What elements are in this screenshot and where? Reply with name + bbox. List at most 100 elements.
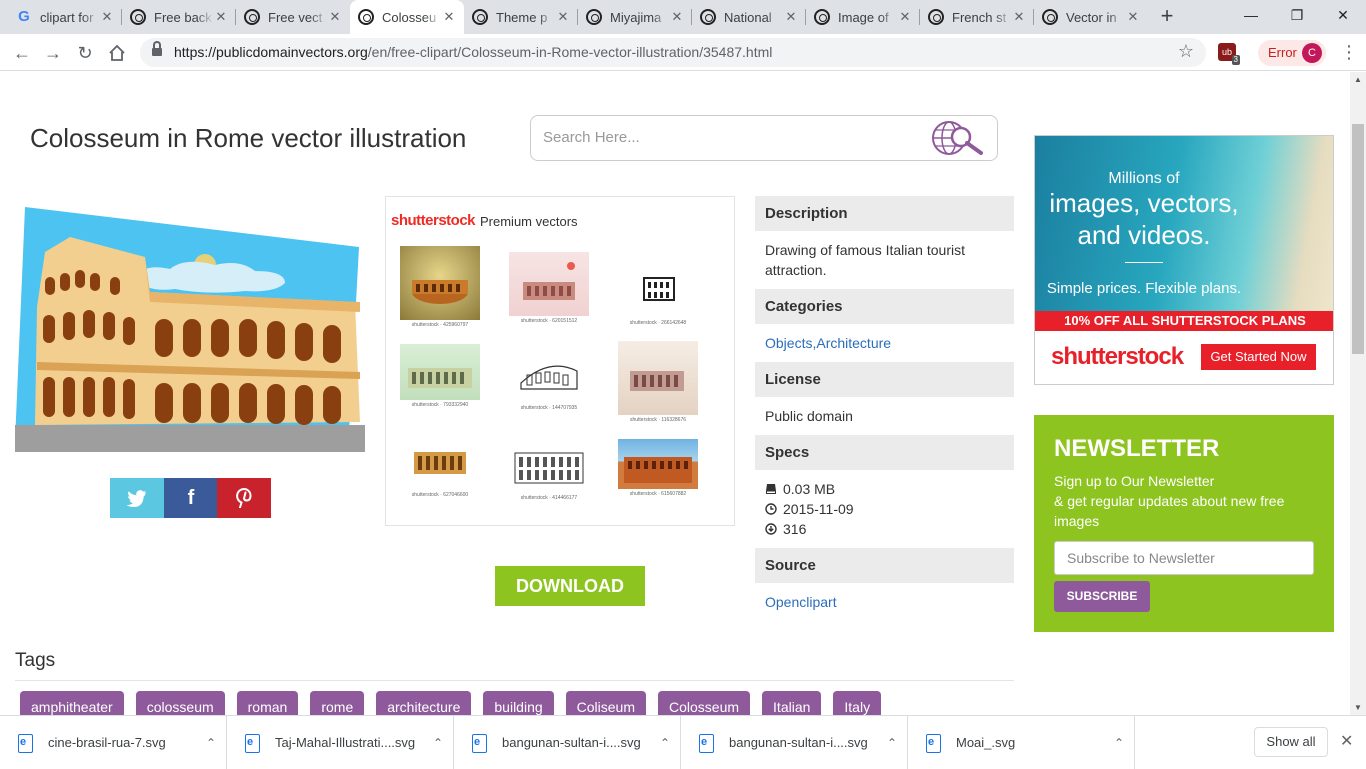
- source-link[interactable]: Openclipart: [765, 594, 837, 610]
- tab-6[interactable]: National ✕: [692, 0, 806, 34]
- chevron-up-icon[interactable]: ⌃: [423, 736, 453, 750]
- page-scrollbar[interactable]: ▲ ▼: [1350, 72, 1366, 715]
- premium-thumbnail[interactable]: shutterstock · 116328676: [618, 341, 698, 423]
- tag-link[interactable]: roman: [236, 691, 299, 715]
- back-button[interactable]: ←: [9, 40, 35, 66]
- file-icon: [14, 733, 34, 753]
- address-bar[interactable]: https://publicdomainvectors.org/en/free-…: [140, 38, 1206, 67]
- maximize-button[interactable]: ❐: [1274, 0, 1320, 32]
- tag-link[interactable]: architecture: [376, 691, 472, 715]
- tag-link[interactable]: building: [483, 691, 554, 715]
- shutterstock-ad[interactable]: Millions of images, vectors, and videos.…: [1034, 135, 1334, 385]
- scroll-down-icon[interactable]: ▼: [1354, 703, 1362, 712]
- file-icon: [695, 733, 715, 753]
- downloads-shelf: cine-brasil-rua-7.svg⌃ Taj-Mahal-Illustr…: [0, 715, 1366, 769]
- download-item[interactable]: bangunan-sultan-i....svg⌃: [454, 716, 681, 769]
- scroll-up-icon[interactable]: ▲: [1354, 75, 1362, 84]
- download-item[interactable]: Moai_.svg⌃: [908, 716, 1135, 769]
- categories-link[interactable]: Objects,Architecture: [765, 335, 891, 351]
- download-button[interactable]: DOWNLOAD: [495, 566, 645, 606]
- close-icon[interactable]: ✕: [1012, 9, 1026, 25]
- chevron-up-icon[interactable]: ⌃: [877, 736, 907, 750]
- shutterstock-ad-logo: shutterstock: [1051, 343, 1184, 370]
- share-facebook-button[interactable]: f: [164, 478, 218, 518]
- premium-thumbnail[interactable]: shutterstock · 144707935: [509, 337, 589, 411]
- tab-8[interactable]: French st ✕: [920, 0, 1034, 34]
- tab-7[interactable]: Image of ✕: [806, 0, 920, 34]
- premium-thumbnail[interactable]: shutterstock · 414466177: [509, 437, 589, 501]
- tag-link[interactable]: Colosseum: [658, 691, 751, 715]
- close-icon[interactable]: ✕: [670, 9, 684, 25]
- download-item[interactable]: Taj-Mahal-Illustrati....svg⌃: [227, 716, 454, 769]
- minimize-button[interactable]: —: [1228, 0, 1274, 32]
- site-favicon-icon: [928, 9, 944, 25]
- search-button[interactable]: [929, 119, 987, 157]
- lock-icon: [152, 41, 162, 58]
- page-content: Colosseum in Rome vector illustration Se…: [0, 72, 1350, 715]
- download-item[interactable]: bangunan-sultan-i....svg⌃: [681, 716, 908, 769]
- search-input[interactable]: [543, 129, 923, 146]
- reload-button[interactable]: ↻: [72, 40, 98, 66]
- tab-0[interactable]: Gclipart for ✕: [8, 0, 122, 34]
- tab-3-active[interactable]: Colosseu ✕: [350, 0, 464, 34]
- chevron-up-icon[interactable]: ⌃: [1104, 736, 1134, 750]
- tab-2[interactable]: Free vect ✕: [236, 0, 350, 34]
- url-text[interactable]: https://publicdomainvectors.org/en/free-…: [174, 44, 772, 60]
- site-favicon-icon: [700, 9, 716, 25]
- tag-link[interactable]: amphitheater: [20, 691, 124, 715]
- premium-vectors-panel: shutterstock Premium vectors shutterstoc…: [385, 196, 735, 526]
- get-started-button[interactable]: Get Started Now: [1201, 344, 1316, 370]
- info-panel: Description Drawing of famous Italian to…: [755, 196, 1014, 621]
- browser-menu-icon[interactable]: ⋮: [1340, 40, 1358, 66]
- globe-search-icon: [932, 121, 983, 155]
- tab-5[interactable]: Miyajima ✕: [578, 0, 692, 34]
- share-pinterest-button[interactable]: [217, 478, 271, 518]
- tab-9[interactable]: Vector in ✕: [1034, 0, 1148, 34]
- tab-4[interactable]: Theme p ✕: [464, 0, 578, 34]
- close-shelf-icon[interactable]: ✕: [1340, 731, 1353, 751]
- premium-thumbnail[interactable]: shutterstock · 627046600: [400, 432, 480, 498]
- close-icon[interactable]: ✕: [214, 9, 228, 25]
- show-all-button[interactable]: Show all: [1254, 727, 1328, 757]
- chevron-up-icon[interactable]: ⌃: [650, 736, 680, 750]
- scrollbar-thumb[interactable]: [1352, 124, 1364, 354]
- tab-1[interactable]: Free back ✕: [122, 0, 236, 34]
- premium-thumbnail[interactable]: shutterstock · 425960797: [400, 246, 480, 328]
- shutterstock-logo[interactable]: shutterstock: [391, 212, 476, 229]
- close-icon[interactable]: ✕: [556, 9, 570, 25]
- new-tab-button[interactable]: +: [1155, 5, 1179, 29]
- close-icon[interactable]: ✕: [100, 9, 114, 25]
- close-icon[interactable]: ✕: [1126, 9, 1140, 25]
- pinterest-icon: [236, 488, 252, 508]
- close-icon[interactable]: ✕: [328, 9, 342, 25]
- newsletter-email-input[interactable]: [1054, 541, 1314, 575]
- newsletter-panel: NEWSLETTER Sign up to Our Newsletter & g…: [1034, 415, 1334, 632]
- tag-link[interactable]: colosseum: [135, 691, 225, 715]
- tab-strip: Gclipart for ✕ Free back ✕ Free vect ✕ Colo…: [0, 0, 1366, 34]
- premium-thumbnail[interactable]: shutterstock · 615607882: [618, 439, 698, 497]
- download-count-icon: [765, 523, 777, 535]
- close-icon[interactable]: ✕: [898, 9, 912, 25]
- file-icon: [241, 733, 261, 753]
- download-item[interactable]: cine-brasil-rua-7.svg⌃: [0, 716, 227, 769]
- close-icon[interactable]: ✕: [442, 9, 456, 25]
- site-favicon-icon: [814, 9, 830, 25]
- home-button[interactable]: [104, 40, 130, 66]
- bookmark-star-icon[interactable]: ☆: [1178, 41, 1194, 62]
- premium-thumbnail[interactable]: shutterstock · 266142648: [618, 252, 698, 326]
- tag-link[interactable]: Italian: [762, 691, 822, 715]
- tag-link[interactable]: rome: [310, 691, 365, 715]
- close-icon[interactable]: ✕: [784, 9, 798, 25]
- forward-button[interactable]: →: [40, 40, 66, 66]
- subscribe-button[interactable]: SUBSCRIBE: [1054, 581, 1150, 612]
- chevron-up-icon[interactable]: ⌃: [196, 736, 226, 750]
- file-icon: [468, 733, 488, 753]
- tag-link[interactable]: Coliseum: [565, 691, 647, 715]
- premium-thumbnail[interactable]: shutterstock · 793332940: [400, 344, 480, 408]
- share-twitter-button[interactable]: [110, 478, 164, 518]
- window-close-button[interactable]: ✕: [1320, 0, 1366, 32]
- tag-link[interactable]: Italy: [833, 691, 882, 715]
- premium-thumbnail[interactable]: shutterstock · 620151512: [509, 252, 589, 324]
- extension-icon[interactable]: ub 3: [1218, 43, 1240, 65]
- profile-error-button[interactable]: Error C: [1258, 40, 1326, 66]
